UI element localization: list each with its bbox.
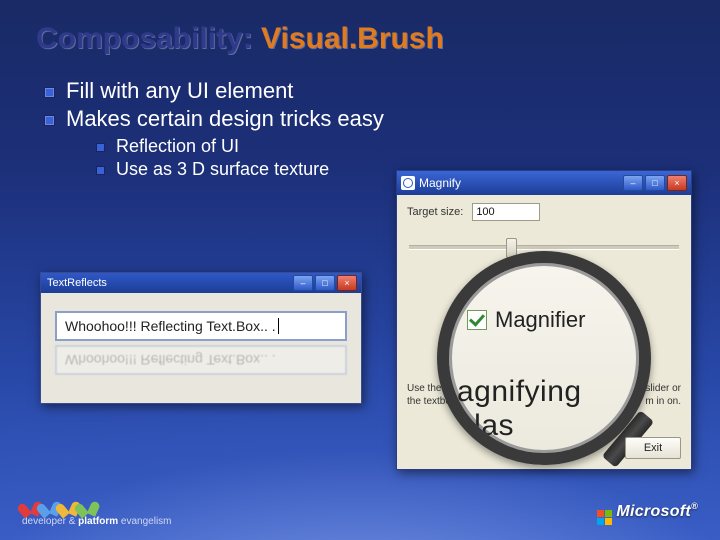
bullet-2-text: Makes certain design tricks easy bbox=[66, 106, 384, 131]
titlebar-left-title: TextReflects bbox=[45, 277, 291, 289]
textbox-value: Whoohoo!!! Reflecting Text.Box.. . bbox=[65, 318, 276, 334]
close-icon[interactable]: × bbox=[337, 275, 357, 291]
title-highlight: Visual.Brush bbox=[261, 22, 444, 55]
close-icon[interactable]: × bbox=[667, 175, 687, 191]
reflecting-textbox[interactable]: Whoohoo!!! Reflecting Text.Box.. . bbox=[55, 311, 347, 341]
magnifier-checkbox-label: Magnifier bbox=[495, 307, 585, 333]
sub-bullet-2: Use as 3 D surface texture bbox=[94, 159, 384, 180]
slide-footer: developer & platform evangelism Microsof… bbox=[0, 492, 720, 540]
reflection-text: Whoohoo!!! Reflecting Text.Box.. . bbox=[65, 352, 276, 368]
magnified-text: agnifying glas bbox=[457, 375, 639, 443]
magnifier-lens[interactable]: Magnifier agnifying glas bbox=[437, 251, 651, 465]
slider-track bbox=[409, 245, 679, 250]
title-plain: Composability: bbox=[36, 22, 261, 55]
heart-icon bbox=[78, 498, 96, 515]
target-size-input[interactable]: 100 bbox=[472, 203, 540, 221]
bullet-1: Fill with any UI element bbox=[40, 78, 384, 104]
window-magnify: Magnify – □ × Target size: 100 Magnifier… bbox=[396, 170, 692, 470]
slide-title: Composability: Visual.Brush bbox=[36, 22, 444, 56]
sub-bullet-list: Reflection of UI Use as 3 D surface text… bbox=[94, 136, 384, 180]
textbox-reflection: Whoohoo!!! Reflecting Text.Box.. . bbox=[55, 345, 347, 375]
magnifier-checkbox[interactable] bbox=[467, 310, 487, 330]
tag-c: evangelism bbox=[118, 516, 171, 527]
bullet-2: Makes certain design tricks easy Reflect… bbox=[40, 106, 384, 180]
ms-wordmark: Microsoft bbox=[616, 503, 691, 520]
hearts-logo bbox=[22, 499, 172, 514]
footer-left: developer & platform evangelism bbox=[22, 499, 172, 527]
window-right-body: Target size: 100 Magnifier agnifying gla… bbox=[397, 195, 691, 469]
bullet-list: Fill with any UI element Makes certain d… bbox=[40, 76, 384, 182]
minimize-icon[interactable]: – bbox=[293, 275, 313, 291]
desc-l2-right: m in on. bbox=[645, 396, 681, 409]
minimize-icon[interactable]: – bbox=[623, 175, 643, 191]
titlebar-right-title: Magnify bbox=[419, 176, 621, 190]
sub-bullet-1: Reflection of UI bbox=[94, 136, 384, 157]
titlebar-right[interactable]: Magnify – □ × bbox=[397, 171, 691, 195]
tag-a: developer & bbox=[22, 516, 78, 527]
magnify-app-icon bbox=[401, 176, 415, 190]
microsoft-logo: Microsoft® bbox=[597, 501, 698, 525]
maximize-icon[interactable]: □ bbox=[645, 175, 665, 191]
titlebar-left[interactable]: TextReflects – □ × bbox=[41, 273, 361, 293]
exit-button[interactable]: Exit bbox=[625, 437, 681, 459]
maximize-icon[interactable]: □ bbox=[315, 275, 335, 291]
window-textreflects: TextReflects – □ × Whoohoo!!! Reflecting… bbox=[40, 272, 362, 404]
tag-b: platform bbox=[78, 516, 118, 527]
ms-flag-icon bbox=[597, 510, 612, 525]
target-size-label: Target size: bbox=[407, 206, 463, 218]
window-left-body: Whoohoo!!! Reflecting Text.Box.. . Whooh… bbox=[41, 293, 361, 393]
magnified-checkbox-row: Magnifier bbox=[467, 307, 585, 333]
text-cursor bbox=[278, 318, 279, 334]
